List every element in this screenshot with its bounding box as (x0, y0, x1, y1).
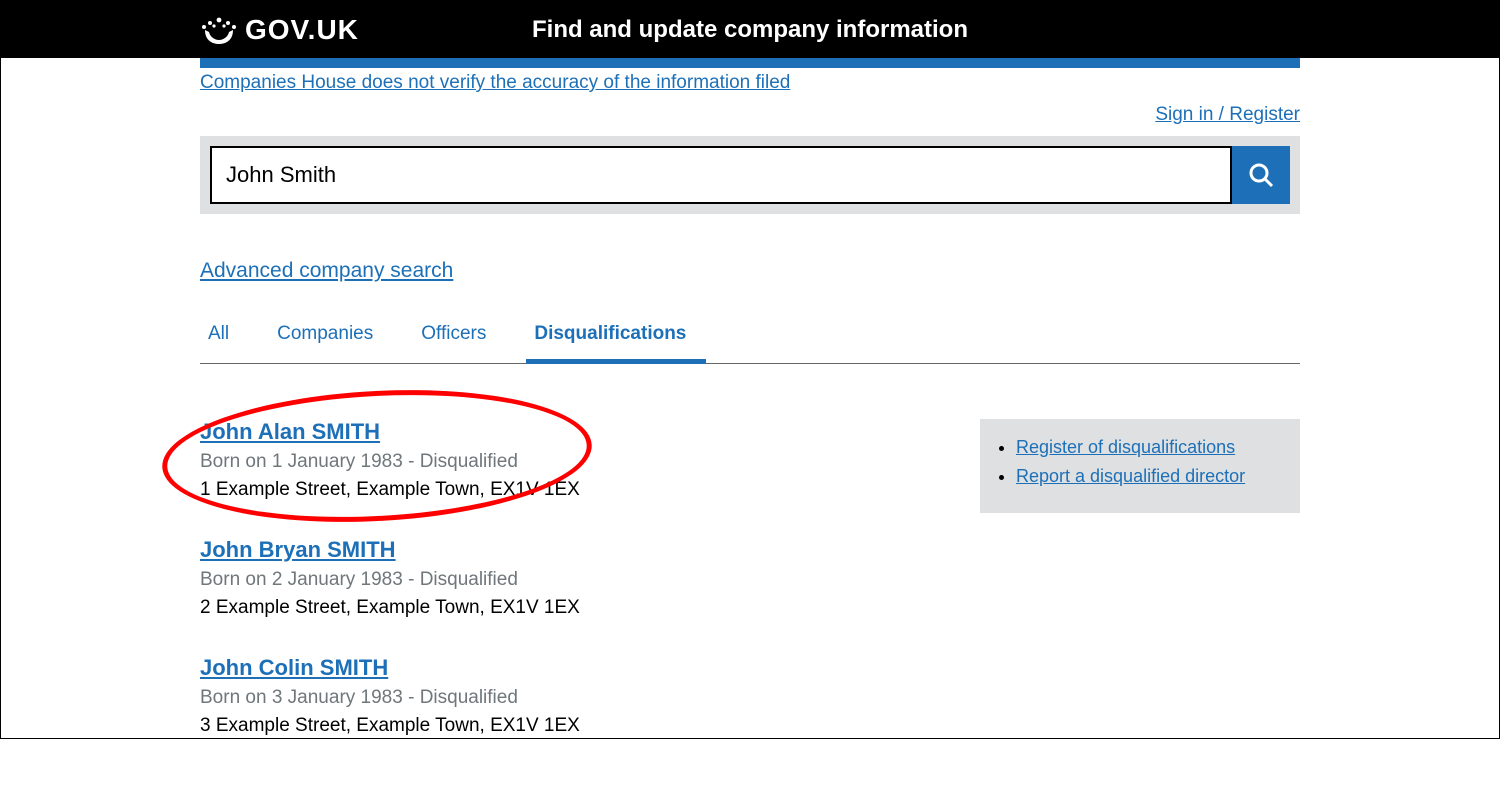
result-item: John Alan SMITH Born on 1 January 1983 -… (200, 419, 950, 501)
result-name-link[interactable]: John Colin SMITH (200, 655, 388, 680)
tab-disqualifications[interactable]: Disqualifications (526, 313, 706, 364)
result-meta: Born on 1 January 1983 - Disqualified (200, 451, 950, 473)
tab-companies[interactable]: Companies (269, 313, 393, 364)
result-item: John Colin SMITH Born on 3 January 1983 … (200, 655, 950, 737)
tab-officers[interactable]: Officers (413, 313, 506, 364)
search-tabs: All Companies Officers Disqualifications (200, 313, 1300, 364)
result-address: 1 Example Street, Example Town, EX1V 1EX (200, 479, 950, 501)
result-name-link[interactable]: John Alan SMITH (200, 419, 380, 444)
result-item: John Bryan SMITH Born on 2 January 1983 … (200, 537, 950, 619)
register-link[interactable]: Register of disqualifications (1016, 437, 1235, 457)
sidebar-item-report: Report a disqualified director (1016, 466, 1282, 487)
header-accent-bar (200, 58, 1300, 68)
report-link[interactable]: Report a disqualified director (1016, 466, 1245, 486)
search-icon (1248, 162, 1274, 188)
signin-row: Sign in / Register (200, 104, 1300, 126)
signin-link[interactable]: Sign in / Register (1155, 104, 1300, 125)
sidebar: Register of disqualifications Report a d… (980, 419, 1300, 773)
advanced-search-link[interactable]: Advanced company search (200, 259, 453, 283)
search-input[interactable] (210, 146, 1232, 204)
result-address: 3 Example Street, Example Town, EX1V 1EX (200, 715, 950, 737)
verify-notice-link[interactable]: Companies House does not verify the accu… (200, 72, 790, 94)
main-content: Companies House does not verify the accu… (200, 58, 1300, 793)
search-block (200, 136, 1300, 214)
search-button[interactable] (1232, 146, 1290, 204)
result-name-link[interactable]: John Bryan SMITH (200, 537, 396, 562)
related-links-box: Register of disqualifications Report a d… (980, 419, 1300, 513)
service-name: Find and update company information (1, 16, 1499, 44)
results-list: John Alan SMITH Born on 1 January 1983 -… (200, 419, 950, 773)
result-meta: Born on 3 January 1983 - Disqualified (200, 687, 950, 709)
result-address: 2 Example Street, Example Town, EX1V 1EX (200, 597, 950, 619)
top-header: GOV.UK Find and update company informati… (1, 1, 1499, 58)
tab-all[interactable]: All (200, 313, 249, 364)
sidebar-item-register: Register of disqualifications (1016, 437, 1282, 458)
results-row: John Alan SMITH Born on 1 January 1983 -… (200, 419, 1300, 773)
result-meta: Born on 2 January 1983 - Disqualified (200, 569, 950, 591)
